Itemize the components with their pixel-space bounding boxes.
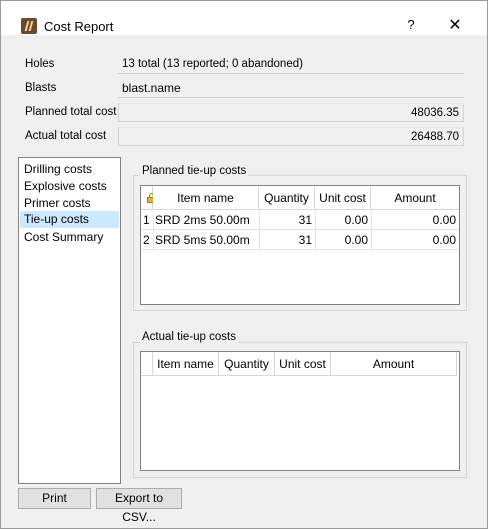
window-title: Cost Report [44, 19, 114, 34]
row-index: 1 [143, 213, 150, 227]
planned-header-quantity[interactable]: Quantity [259, 186, 315, 210]
actual-header-unit-cost[interactable]: Unit cost [275, 352, 331, 376]
cost-category-list[interactable]: Drilling costs Explosive costs Primer co… [18, 157, 121, 484]
planned-header-item-name[interactable]: Item name [153, 186, 259, 210]
item-name-cell: SRD 5ms 50.00m [155, 233, 250, 247]
nav-item-tie-up-costs[interactable]: Tie-up costs [20, 211, 119, 228]
print-button[interactable]: Print [18, 488, 91, 509]
blasts-value: blast.name [118, 79, 464, 98]
cost-report-window: Cost Report ? ✕ Holes 13 total (13 repor… [0, 0, 488, 529]
column-divider [153, 211, 154, 251]
title-bar: Cost Report ? ✕ [1, 1, 487, 35]
amount-cell: 0.00 [432, 213, 456, 227]
planned-header-unit-cost[interactable]: Unit cost [315, 186, 371, 210]
quantity-cell: 31 [298, 213, 312, 227]
help-button[interactable]: ? [401, 17, 421, 37]
table-row[interactable]: 2 SRD 5ms 50.00m 31 0.00 0.00 [141, 231, 459, 250]
row-header-corner [141, 352, 153, 376]
actual-total-label: Actual total cost [25, 130, 107, 142]
quantity-cell: 31 [298, 233, 312, 247]
planned-total-label: Planned total cost [25, 106, 117, 118]
close-button[interactable]: ✕ [443, 15, 467, 37]
nav-item-cost-summary[interactable]: Cost Summary [20, 229, 119, 246]
blasts-label: Blasts [25, 82, 57, 94]
actual-header-quantity[interactable]: Quantity [219, 352, 275, 376]
holes-label: Holes [25, 58, 55, 70]
planned-total-value: 48036.35 [118, 103, 464, 122]
actual-group-title: Actual tie-up costs [140, 331, 238, 343]
unit-cost-cell: 0.00 [344, 233, 368, 247]
nav-item-drilling-costs[interactable]: Drilling costs [20, 161, 119, 178]
actual-header-item-name[interactable]: Item name [153, 352, 219, 376]
column-divider [315, 211, 316, 251]
actual-tie-up-table[interactable]: Item name Quantity Unit cost Amount [140, 351, 460, 471]
nav-item-primer-costs[interactable]: Primer costs [20, 195, 119, 212]
holes-value: 13 total (13 reported; 0 abandoned) [118, 55, 464, 74]
unit-cost-cell: 0.00 [344, 213, 368, 227]
item-name-cell: SRD 2ms 50.00m [155, 213, 250, 227]
planned-group-title: Planned tie-up costs [140, 165, 249, 177]
planned-header-amount[interactable]: Amount [371, 186, 459, 210]
actual-total-value: 26488.70 [118, 127, 464, 146]
column-divider [371, 211, 372, 251]
table-row[interactable]: 1 SRD 2ms 50.00m 31 0.00 0.00 [141, 211, 459, 230]
actual-header-amount[interactable]: Amount [331, 352, 457, 376]
row-index: 2 [143, 233, 150, 247]
nav-item-explosive-costs[interactable]: Explosive costs [20, 178, 119, 195]
lock-header [141, 186, 156, 210]
export-csv-button[interactable]: Export to CSV... [96, 488, 182, 524]
column-divider [259, 211, 260, 251]
planned-tie-up-table[interactable]: Item name Quantity Unit cost Amount 1 SR… [140, 185, 460, 305]
app-logo-icon [21, 18, 37, 34]
amount-cell: 0.00 [432, 233, 456, 247]
